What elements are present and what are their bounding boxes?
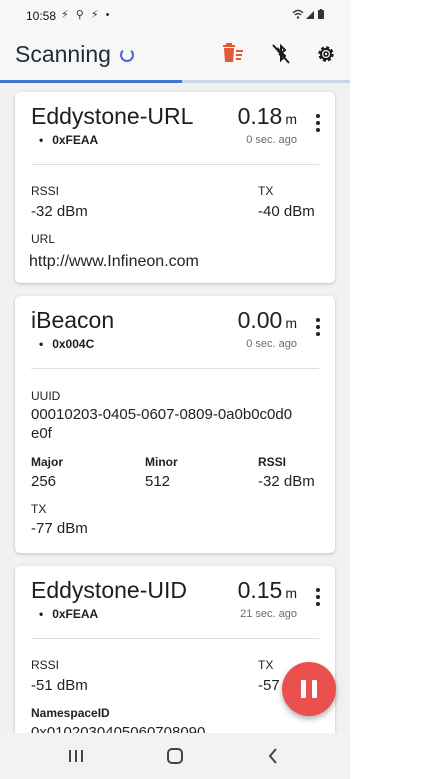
settings-button[interactable] — [311, 40, 341, 68]
recent-apps-icon — [69, 750, 83, 762]
tx-value: -77 dBm — [31, 520, 88, 537]
tx-label: TX — [258, 184, 274, 198]
status-bar: 10:58 ⚡ ⚲ ⚡ • — [0, 0, 350, 30]
back-icon — [268, 748, 277, 764]
minor-label: Minor — [145, 455, 178, 469]
uuid-value-line1: 00010203-0405-0607-0809-0a0b0c0d0 — [31, 406, 293, 423]
pause-scan-button[interactable] — [282, 662, 336, 716]
beacon-card-eddystone-url[interactable]: Eddystone-URL 0.18 m • 0xFEAA 0 sec. ago R… — [15, 92, 335, 283]
last-seen: 21 sec. ago — [240, 608, 297, 620]
gear-icon — [318, 46, 334, 62]
more-options-button[interactable] — [313, 588, 323, 610]
delete-sweep-button[interactable] — [218, 40, 248, 68]
service-id: • 0xFEAA — [39, 133, 99, 147]
app-bar: Scanning — [0, 30, 350, 80]
tx-value: -40 dBm — [258, 203, 315, 220]
delete-sweep-icon — [223, 43, 243, 62]
minor-value: 512 — [145, 473, 171, 490]
tx-value: -57 — [258, 677, 280, 694]
rssi-value: -32 dBm — [258, 473, 315, 490]
notification-icons: ⚡ ⚲ ⚡ • — [61, 9, 112, 21]
rssi-label: RSSI — [31, 658, 60, 672]
namespace-label: NamespaceID — [31, 706, 110, 720]
uuid-label: UUID — [31, 389, 61, 403]
phone-screen: 10:58 ⚡ ⚲ ⚡ • Scanning Eddystone-URL 0.1… — [0, 0, 350, 779]
signal-battery-icons — [292, 8, 328, 23]
uuid-value-line2: e0f — [31, 425, 52, 442]
url-value[interactable]: http://www.Infineon.com — [29, 253, 199, 271]
url-label: URL — [31, 232, 56, 246]
pause-icon — [298, 680, 320, 698]
wifi-signal-battery-icon — [292, 9, 324, 19]
divider — [31, 368, 319, 369]
back-button[interactable] — [258, 743, 288, 769]
loading-spinner-icon — [120, 48, 134, 62]
rssi-value: -32 dBm — [31, 203, 88, 220]
beacon-distance: 0.00 m — [238, 307, 297, 334]
navigation-bar — [0, 733, 350, 779]
recent-apps-button[interactable] — [61, 743, 91, 769]
distance-unit: m — [285, 315, 297, 331]
distance-unit: m — [285, 585, 297, 601]
page-title: Scanning — [15, 41, 111, 67]
service-id-value: 0xFEAA — [52, 607, 99, 621]
beacon-name: Eddystone-UID — [31, 577, 187, 603]
bluetooth-button[interactable] — [266, 40, 296, 68]
major-value: 256 — [31, 473, 57, 490]
divider — [31, 638, 319, 639]
home-button[interactable] — [160, 743, 190, 769]
scan-progress-fill — [0, 80, 182, 83]
service-id-value: 0xFEAA — [52, 133, 99, 147]
status-time: 10:58 — [26, 9, 57, 23]
rssi-label: RSSI — [258, 455, 287, 469]
rssi-label: RSSI — [31, 184, 60, 198]
beacon-card-ibeacon[interactable]: iBeacon 0.00 m • 0x004C 0 sec. ago UUID 00… — [15, 296, 335, 553]
rssi-value: -51 dBm — [31, 677, 88, 694]
bluetooth-disabled-icon — [272, 43, 290, 64]
beacon-distance: 0.15 m — [238, 577, 297, 604]
distance-value: 0.00 — [237, 307, 283, 333]
more-options-button[interactable] — [313, 318, 323, 340]
distance-value: 0.15 — [237, 577, 283, 603]
beacon-name: Eddystone-URL — [31, 103, 194, 129]
service-id: • 0x004C — [39, 337, 95, 351]
tx-label: TX — [258, 658, 274, 672]
home-icon — [167, 748, 183, 764]
service-id: • 0xFEAA — [39, 607, 99, 621]
major-label: Major — [31, 455, 64, 469]
beacon-card-eddystone-uid[interactable]: Eddystone-UID 0.15 m • 0xFEAA 21 sec. ago … — [15, 566, 335, 746]
scan-progress-bar — [0, 80, 350, 83]
tx-label: TX — [31, 502, 47, 516]
beacon-name: iBeacon — [31, 307, 115, 333]
divider — [31, 164, 319, 165]
service-id-value: 0x004C — [52, 337, 95, 351]
distance-value: 0.18 — [237, 103, 283, 129]
last-seen: 0 sec. ago — [246, 134, 297, 146]
distance-unit: m — [285, 111, 297, 127]
last-seen: 0 sec. ago — [246, 338, 297, 350]
more-options-button[interactable] — [313, 114, 323, 136]
beacon-distance: 0.18 m — [238, 103, 297, 130]
